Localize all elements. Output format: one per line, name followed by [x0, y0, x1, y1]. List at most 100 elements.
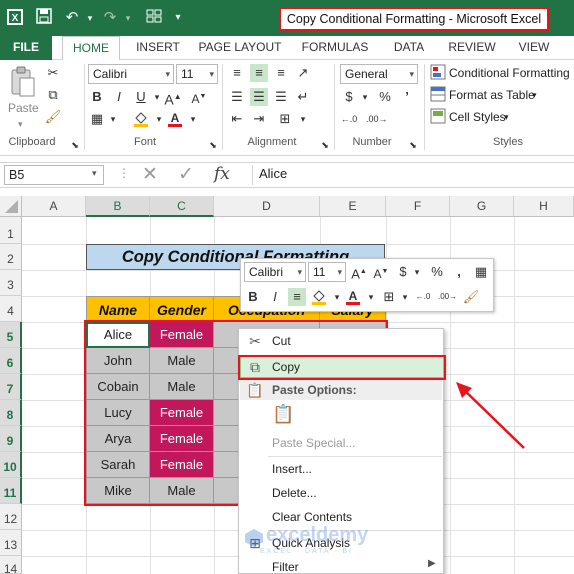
mini-shrink-font-icon[interactable]: A▼ [372, 263, 390, 281]
borders-dropdown-icon[interactable]: ▾ [104, 110, 122, 128]
redo-dropdown-icon[interactable]: ▾ [118, 8, 138, 28]
mini-comma-icon[interactable]: , [450, 263, 468, 281]
cell-gender[interactable]: Female [150, 426, 214, 452]
format-as-table-dropdown-icon[interactable]: ▾ [532, 86, 537, 104]
mini-font-color-dropdown-icon[interactable]: ▾ [362, 288, 380, 306]
mini-increase-decimal-icon[interactable]: ←.0 [414, 288, 432, 306]
grow-font-icon[interactable]: A▲ [164, 88, 182, 108]
paste-icon[interactable] [8, 66, 36, 98]
paste-label[interactable]: Paste [8, 99, 39, 117]
cell-name[interactable]: Arya [86, 426, 150, 452]
decrease-indent-icon[interactable]: ⇤ [228, 110, 246, 128]
row-header-2[interactable]: 2 [0, 244, 22, 270]
cell-name[interactable]: Lucy [86, 400, 150, 426]
format-painter-icon[interactable]: 🖌 [44, 108, 62, 126]
cut-icon[interactable]: ✂ [44, 64, 62, 82]
insert-function-icon[interactable]: fx [214, 164, 230, 184]
clipboard-launcher-icon[interactable]: ⬊ [66, 136, 84, 154]
mini-decrease-decimal-icon[interactable]: .00→ [438, 288, 457, 306]
align-left-icon[interactable]: ☰ [228, 88, 246, 106]
undo-icon[interactable]: ↶ [62, 8, 82, 28]
mini-percent-icon[interactable]: % [428, 263, 446, 281]
cell-name[interactable]: Sarah [86, 452, 150, 478]
fill-color-icon[interactable] [132, 110, 150, 128]
conditional-formatting-button[interactable]: Conditional Formatting [449, 64, 570, 82]
font-launcher-icon[interactable]: ⬊ [204, 136, 222, 154]
mini-size-select[interactable]: 11 ▾ [308, 262, 346, 282]
tab-review[interactable]: REVIEW [444, 36, 500, 60]
header-gender[interactable]: Gender [150, 296, 214, 322]
name-box[interactable]: B5 [4, 165, 104, 185]
increase-decimal-icon[interactable]: ←.0 [340, 110, 358, 128]
cell-name[interactable]: Mike [86, 478, 150, 504]
row-header-3[interactable]: 3 [0, 270, 22, 296]
row-header-8[interactable]: 8 [0, 400, 22, 426]
touch-mode-icon[interactable] [144, 8, 164, 28]
font-name-select[interactable]: Calibri ▾ [88, 64, 174, 84]
conditional-formatting-icon[interactable] [429, 64, 447, 82]
tab-file[interactable]: FILE [0, 36, 52, 60]
header-name[interactable]: Name [86, 296, 150, 322]
font-color-dropdown-icon[interactable]: ▾ [184, 110, 202, 128]
comma-icon[interactable]: ’ [398, 88, 416, 106]
cell-name[interactable]: Cobain [86, 374, 150, 400]
select-all-button[interactable] [0, 196, 22, 217]
row-header-13[interactable]: 13 [0, 530, 22, 556]
cell-styles-icon[interactable] [429, 108, 447, 126]
row-header-11[interactable]: 11 [0, 478, 22, 504]
cell-styles-button[interactable]: Cell Styles [449, 108, 506, 126]
bottom-align-icon[interactable]: ≡ [272, 64, 290, 82]
menu-item-delete[interactable]: Delete... [272, 482, 317, 504]
mini-grow-font-icon[interactable]: A▲ [350, 263, 368, 281]
menu-item-insert[interactable]: Insert... [272, 458, 312, 480]
save-icon[interactable] [34, 8, 54, 28]
currency-dropdown-icon[interactable]: ▾ [356, 88, 374, 106]
row-header-9[interactable]: 9 [0, 426, 22, 452]
top-align-icon[interactable]: ≡ [228, 64, 246, 82]
alignment-launcher-icon[interactable]: ⬊ [316, 136, 334, 154]
menu-item-copy[interactable]: Copy [272, 356, 300, 378]
decrease-decimal-icon[interactable]: .00→ [366, 110, 388, 128]
mini-format-painter-icon[interactable]: 🖌 [462, 288, 480, 306]
merge-dropdown-icon[interactable]: ▾ [294, 110, 312, 128]
orientation-icon[interactable]: ↗ [294, 64, 312, 82]
column-header-f[interactable]: F [386, 196, 450, 217]
number-launcher-icon[interactable]: ⬊ [404, 136, 422, 154]
tab-data[interactable]: DATA [386, 36, 432, 60]
redo-icon[interactable]: ↷ [100, 8, 120, 28]
column-header-g[interactable]: G [450, 196, 514, 217]
align-right-icon[interactable]: ☰ [272, 88, 290, 106]
mini-currency-dropdown-icon[interactable]: ▾ [408, 263, 426, 281]
cell-gender[interactable]: Male [150, 374, 214, 400]
italic-button[interactable]: I [110, 88, 128, 106]
cell-styles-dropdown-icon[interactable]: ▾ [504, 108, 509, 126]
row-header-5[interactable]: 5 [0, 322, 22, 348]
mini-center-align-icon[interactable]: ≡ [288, 288, 306, 306]
mini-fill-color-icon[interactable] [310, 288, 328, 306]
row-header-12[interactable]: 12 [0, 504, 22, 530]
cell-gender[interactable]: Female [150, 452, 214, 478]
column-header-d[interactable]: D [214, 196, 320, 217]
row-header-7[interactable]: 7 [0, 374, 22, 400]
paste-option-icon[interactable]: 📋 [272, 404, 294, 430]
cell-occupation[interactable] [214, 478, 240, 504]
cell-name[interactable]: John [86, 348, 150, 374]
tab-view[interactable]: VIEW [512, 36, 556, 60]
row-header-14[interactable]: 14 [0, 556, 22, 574]
tab-home[interactable]: HOME [62, 36, 120, 61]
cell-name[interactable]: Alice [86, 322, 150, 348]
paste-dropdown-icon[interactable]: ▾ [18, 115, 23, 133]
name-box-dropdown-icon[interactable]: ▾ [92, 168, 97, 179]
merge-center-icon[interactable]: ⊞ [276, 110, 294, 128]
percent-icon[interactable]: % [376, 88, 394, 106]
tab-insert[interactable]: INSERT [130, 36, 186, 60]
number-format-select[interactable]: General ▾ [340, 64, 418, 84]
column-header-e[interactable]: E [320, 196, 386, 217]
mini-borders-dropdown-icon[interactable]: ▾ [396, 288, 414, 306]
customize-icon[interactable]: ▾ [168, 8, 188, 28]
column-header-h[interactable]: H [514, 196, 574, 217]
copy-icon[interactable]: ⧉ [44, 86, 62, 104]
row-header-1[interactable]: 1 [0, 217, 22, 244]
mini-bold-button[interactable]: B [244, 288, 262, 306]
cell-gender[interactable]: Male [150, 478, 214, 504]
